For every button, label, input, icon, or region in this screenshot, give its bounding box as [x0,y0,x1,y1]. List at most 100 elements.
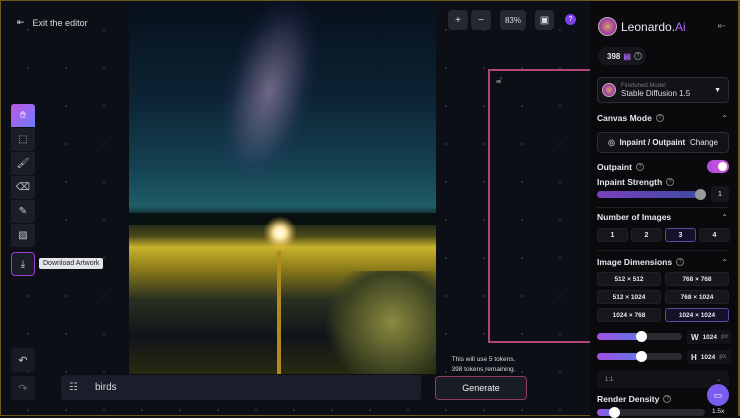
tool-palette: ✋︎ ⬚ 🖌︎ ⌫ ✎ ▨ [11,104,35,248]
token-cost-text: This will use 5 tokens. [451,356,516,363]
zoom-level[interactable]: 83% [500,10,526,30]
generate-button[interactable]: Generate [435,376,527,400]
dim-option[interactable]: 768 × 768 [665,272,729,286]
num-images-1[interactable]: 1 [597,228,628,242]
help-icon[interactable]: ? [676,258,685,266]
dim-option[interactable]: 1024 × 1024 [665,308,729,322]
dim-option[interactable]: 1024 × 768 [597,308,661,322]
render-density-value: 1.5x [712,408,725,415]
avatar [598,17,617,36]
canvas-mode-box: ◎ Inpaint / Outpaint Change [597,132,729,153]
chevron-down-icon: ⌄ [715,377,721,383]
help-icon[interactable]: ? [565,14,576,25]
height-label: H [691,352,697,362]
outpaint-selection-frame[interactable]: 🔓︎ [488,69,598,343]
render-density-title: Render Density? [597,394,672,404]
inpaint-strength-slider[interactable] [597,189,706,200]
brush-icon[interactable]: 🖌︎ [11,152,35,176]
brand-logo: Leonardo.Ai [598,17,686,36]
dim-option[interactable]: 512 × 512 [597,272,661,286]
hand-icon[interactable]: ✋︎ [11,104,35,128]
chat-icon: ▭ [713,389,723,400]
lock-icon[interactable]: 🔓︎ [496,75,502,86]
help-icon[interactable]: ? [633,52,642,60]
dim-option[interactable]: 768 × 1024 [665,290,729,304]
inpaint-icon: ◎ [608,138,615,147]
zoom-out-button[interactable]: − [471,10,491,30]
zoom-in-button[interactable]: + [448,10,468,30]
token-icon: ▤ [623,51,631,61]
flowers [326,271,436,374]
sun-glow [263,216,297,250]
select-icon[interactable]: ⬚ [11,128,35,152]
render-density-slider[interactable] [597,407,705,418]
help-icon[interactable]: ? [663,395,672,403]
height-unit: px [719,354,727,360]
width-label: W [691,332,699,342]
change-mode-button[interactable]: Change [690,138,718,147]
height-value: 1024 [700,353,716,361]
brand-name: Leonardo. [621,19,676,34]
chevron-down-icon: ▼ [714,86,721,94]
height-field[interactable]: H 1024 px [687,350,731,364]
canvas[interactable]: ⇤ Exit the editor 🔓︎ + − 83% ▣ ? ✋︎ ⬚ 🖌︎ … [0,0,598,416]
token-note: This will use 5 tokens. 398 tokens remain… [441,355,526,375]
width-slider[interactable] [597,331,682,342]
prompt-input[interactable] [95,382,227,393]
help-icon[interactable]: ? [655,114,664,122]
width-field[interactable]: W 1024 px [687,330,731,344]
width-unit: px [721,334,729,340]
download-artwork-button[interactable]: ⤓ [11,252,35,276]
model-avatar [602,83,616,97]
redo-button[interactable]: ↷ [11,376,35,400]
chevron-up-icon[interactable]: ⌃ [721,114,728,123]
canvas-mode-label: Canvas Mode [597,113,652,123]
render-density-text: Render Density [597,394,660,404]
artwork-image [129,1,436,374]
download-icon: ⤓ [20,258,26,270]
undo-button[interactable]: ↶ [11,348,35,372]
toolbox-icon[interactable]: ▣ [535,10,554,30]
num-images-4[interactable]: 4 [699,228,730,242]
height-slider[interactable] [597,351,682,362]
collapse-sidebar-icon[interactable]: ⇤ [718,21,726,32]
dim-option[interactable]: 512 × 1024 [597,290,661,304]
num-images-2[interactable]: 2 [631,228,662,242]
number-of-images-text: Number of Images [597,212,672,222]
chevron-up-icon[interactable]: ⌃ [721,258,728,267]
image-icon[interactable]: ▨ [11,224,35,248]
image-dimensions-text: Image Dimensions [597,257,673,267]
exit-arrow-icon: ⇤ [17,17,25,27]
token-count: 398 [607,51,621,61]
inpaint-strength-value[interactable]: 1 [711,186,729,202]
help-icon[interactable]: ? [635,163,644,171]
exit-editor-button[interactable]: ⇤ Exit the editor [17,17,88,28]
token-balance: 398 ▤? [598,47,646,65]
inpaint-strength-label: Inpaint Strength? [597,177,675,187]
divider [597,250,729,251]
aspect-ratio-value: 1:1 [605,376,614,383]
num-images-3[interactable]: 3 [665,228,696,242]
chat-support-button[interactable]: ▭ [707,384,729,406]
sliders-icon[interactable]: ☷ [69,382,87,393]
width-value: 1024 [702,333,718,341]
outpaint-toggle[interactable] [707,160,729,173]
divider [597,207,729,208]
prompt-bar: ☷ [61,375,421,400]
aspect-ratio-select[interactable]: 1:1 ⌄ [597,371,729,388]
model-select[interactable]: Finetuned Model Stable Diffusion 1.5 ▼ [597,77,729,103]
milky-way [199,1,339,200]
inpaint-strength-text: Inpaint Strength [597,177,663,187]
image-dimensions-title: Image Dimensions? [597,257,685,267]
canvas-mode-value: Inpaint / Outpaint [619,138,686,147]
outpaint-label: Outpaint? [597,162,644,172]
exit-editor-label: Exit the editor [32,17,88,28]
help-icon[interactable]: ? [666,178,675,186]
eraser-icon[interactable]: ⌫ [11,176,35,200]
outpaint-text: Outpaint [597,162,632,172]
field-path [277,251,281,374]
chevron-up-icon[interactable]: ⌃ [721,213,728,222]
pencil-icon[interactable]: ✎ [11,200,35,224]
number-of-images-title: Number of Images [597,212,671,222]
tokens-remaining-text: 398 tokens remaining. [451,366,516,373]
